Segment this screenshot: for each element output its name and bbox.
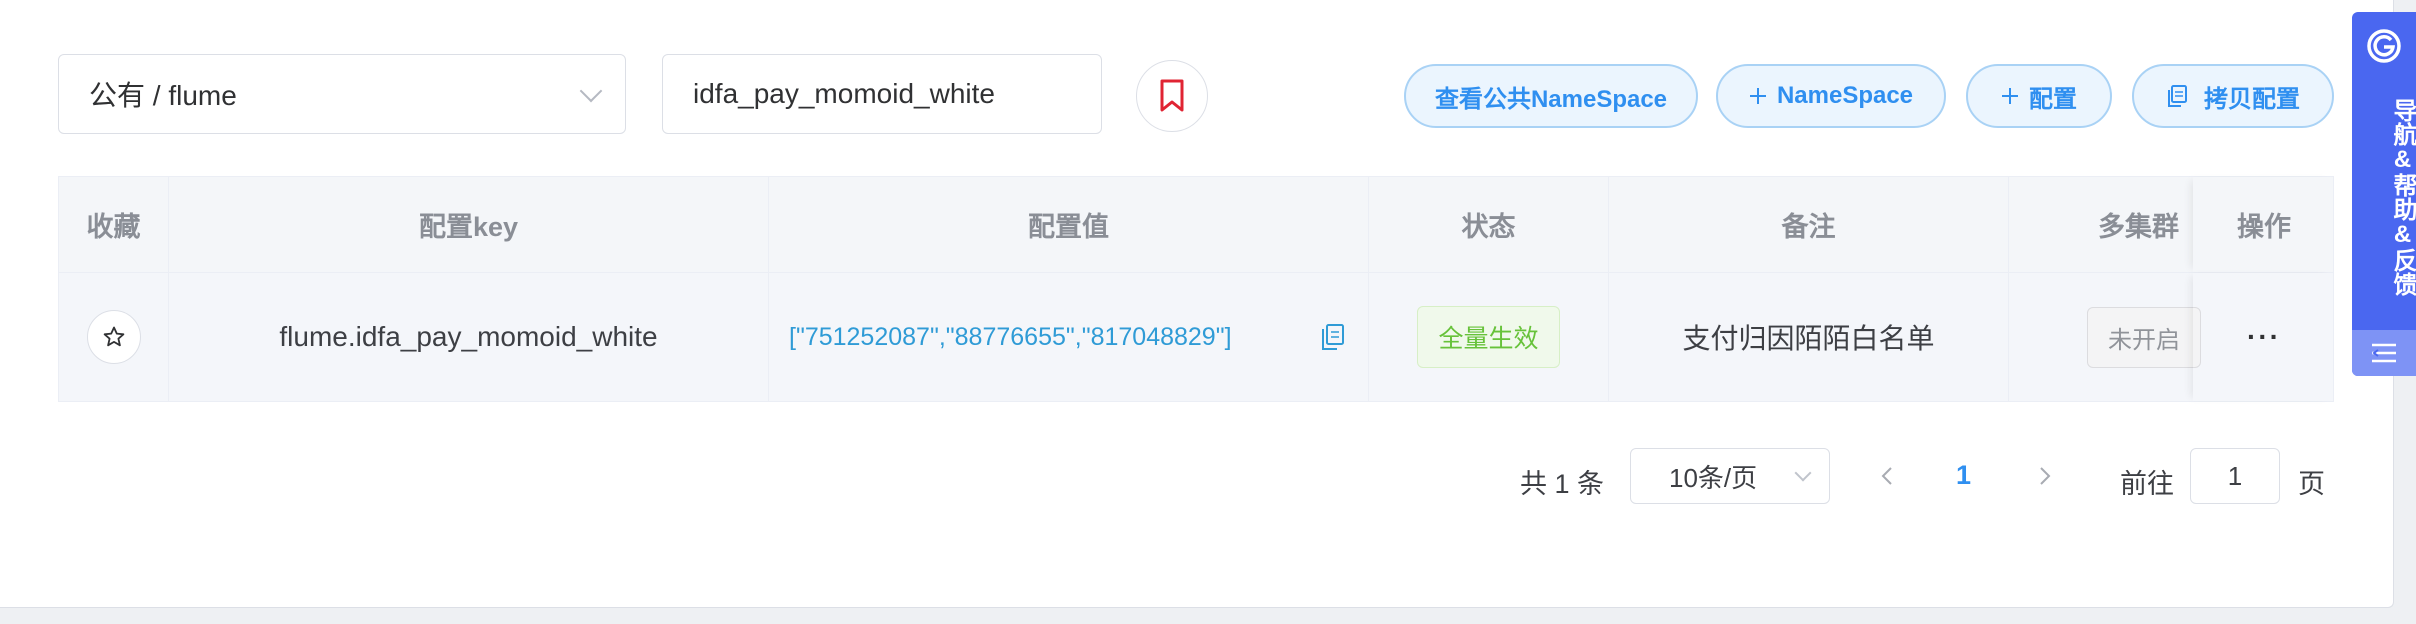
menu-collapse-icon: [2372, 343, 2396, 363]
config-key-input[interactable]: [662, 54, 1102, 134]
chevron-down-icon: [1794, 464, 1812, 482]
config-table: 收藏 配置key 配置值 状态 备注 多集群 操作 flume.idfa_pay…: [58, 176, 2334, 402]
status-badge: 全量生效: [1417, 306, 1560, 368]
column-header-actions: 操作: [2193, 177, 2335, 272]
multi-cluster-cell: 未开启: [2009, 273, 2201, 401]
chevron-down-icon: [579, 79, 603, 103]
page-size-select[interactable]: 10条/页: [1630, 448, 1830, 504]
table-row: flume.idfa_pay_momoid_white ["751252087"…: [59, 273, 2333, 401]
plus-icon: [2002, 88, 2018, 104]
bookmark-icon: [1160, 79, 1184, 112]
column-header-favorite: 收藏: [59, 177, 169, 272]
more-actions-button[interactable]: ···: [2247, 321, 2281, 353]
pagination-total: 共 1 条: [1520, 469, 1605, 499]
favorite-cell: [59, 273, 169, 401]
namespace-select-value: 公有 / flume: [89, 80, 237, 111]
goto-page-input[interactable]: [2190, 448, 2280, 504]
remark-cell: 支付归因陌陌白名单: [1609, 273, 2009, 401]
star-icon: [103, 326, 124, 347]
page-size-value: 10条/页: [1669, 462, 1758, 493]
copy-icon: [2168, 85, 2187, 107]
add-config-button[interactable]: 配置: [1966, 64, 2112, 128]
page-suffix-label: 页: [2298, 469, 2325, 499]
help-sidebar-label[interactable]: 导航&帮助&反馈: [2352, 98, 2416, 296]
config-value-text[interactable]: ["751252087","88776655","817048829"]: [789, 323, 1232, 352]
copy-icon[interactable]: [1320, 323, 1346, 351]
status-cell: 全量生效: [1369, 273, 1609, 401]
help-sidebar[interactable]: 导航&帮助&反馈: [2352, 12, 2416, 376]
copy-config-button[interactable]: 拷贝配置: [2132, 64, 2334, 128]
next-page-button[interactable]: [2030, 462, 2058, 490]
add-namespace-button[interactable]: NameSpace: [1716, 64, 1946, 128]
multi-cluster-badge: 未开启: [2087, 306, 2201, 368]
view-public-namespace-button[interactable]: 查看公共NameSpace: [1404, 64, 1698, 128]
column-header-multi-cluster: 多集群: [2098, 212, 2179, 242]
view-public-namespace-label: 查看公共NameSpace: [1434, 85, 1668, 113]
column-header-config-value: 配置值: [769, 177, 1369, 272]
config-value-cell: ["751252087","88776655","817048829"]: [769, 273, 1369, 401]
config-key-cell: flume.idfa_pay_momoid_white: [169, 273, 769, 401]
current-page-number[interactable]: 1: [1956, 460, 1971, 491]
table-header: 收藏 配置key 配置值 状态 备注 多集群 操作: [59, 177, 2333, 273]
goto-label: 前往: [2120, 469, 2174, 499]
add-config-label: 配置: [2029, 85, 2077, 113]
column-header-remark: 备注: [1609, 177, 2009, 272]
bookmark-button[interactable]: [1136, 60, 1208, 132]
main-panel: 公有 / flume 查看公共NameSpace NameSpace 配置 拷贝…: [0, 0, 2394, 608]
add-namespace-label: NameSpace: [1776, 82, 1914, 109]
favorite-button[interactable]: [86, 310, 141, 364]
copy-config-label: 拷贝配置: [2204, 85, 2300, 113]
column-header-config-key: 配置key: [169, 177, 769, 272]
prev-page-button[interactable]: [1874, 462, 1902, 490]
actions-cell: ···: [2193, 273, 2335, 401]
namespace-select[interactable]: 公有 / flume: [58, 54, 626, 134]
collapse-button[interactable]: [2352, 330, 2416, 376]
column-header-status: 状态: [1369, 177, 1609, 272]
plus-icon: [1749, 88, 1766, 104]
brand-logo-icon: [2367, 29, 2401, 63]
